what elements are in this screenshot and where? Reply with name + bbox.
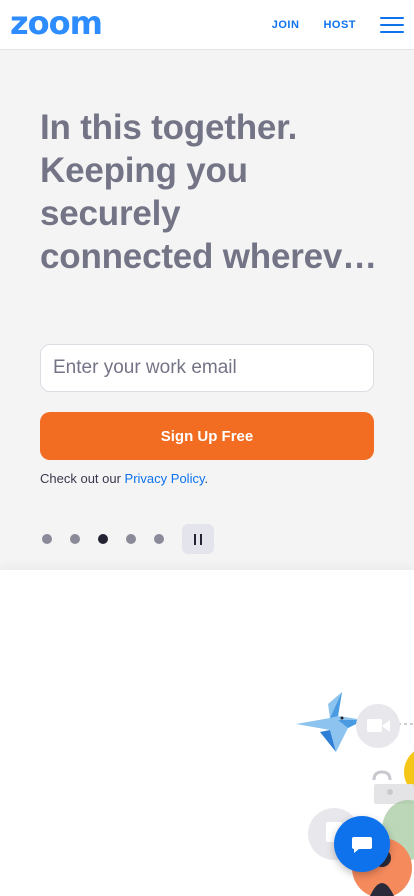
headline-line-3: securely [40,194,181,233]
carousel-dot-5[interactable] [154,534,164,544]
top-nav-bar: zoom JOIN HOST [0,0,414,50]
host-link[interactable]: HOST [323,19,356,31]
hero-headline: In this together. Keeping you securely c… [40,106,377,278]
pause-icon[interactable] [182,524,214,554]
privacy-suffix: . [204,471,209,486]
carousel-controls [40,524,240,554]
headline-line-4: connected wherev… [40,237,377,276]
chat-bubble-icon[interactable] [334,816,390,872]
hero-section: In this together. Keeping you securely c… [0,50,414,570]
join-link[interactable]: JOIN [272,19,300,31]
privacy-prefix: Check out our [40,471,125,486]
carousel-dot-3[interactable] [98,534,108,544]
sign-up-free-button[interactable]: Sign Up Free [40,412,374,460]
carousel-dot-1[interactable] [42,534,52,544]
privacy-notice: Check out our Privacy Policy. [40,471,208,486]
zoom-logo[interactable]: zoom [10,7,103,39]
hamburger-menu-icon[interactable] [380,16,404,33]
headline-line-2: Keeping you [40,151,248,190]
work-email-input[interactable] [40,344,374,392]
bird-illustration [296,692,364,752]
header-actions: JOIN HOST [272,0,414,49]
carousel-dot-2[interactable] [70,534,80,544]
video-camera-icon [356,704,400,748]
headline-line-1: In this together. [40,108,298,147]
carousel-dot-4[interactable] [126,534,136,544]
privacy-policy-link[interactable]: Privacy Policy [125,471,205,486]
